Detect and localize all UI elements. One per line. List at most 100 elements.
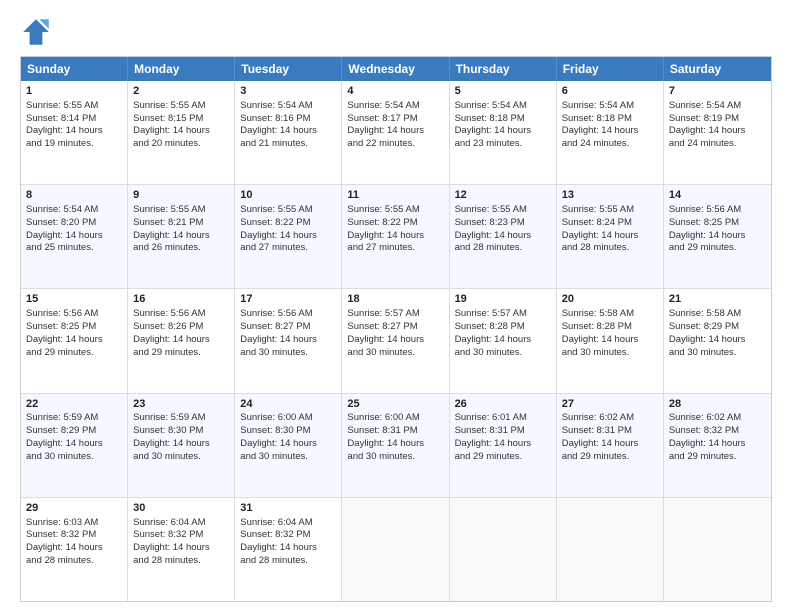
- day-number: 27: [562, 397, 658, 412]
- table-row: 19Sunrise: 5:57 AMSunset: 8:28 PMDayligh…: [450, 289, 557, 392]
- table-row: 20Sunrise: 5:58 AMSunset: 8:28 PMDayligh…: [557, 289, 664, 392]
- table-row: 24Sunrise: 6:00 AMSunset: 8:30 PMDayligh…: [235, 394, 342, 497]
- day-info: Sunrise: 5:56 AM: [240, 308, 336, 321]
- day-info: Sunset: 8:31 PM: [562, 425, 658, 438]
- day-info: and 28 minutes.: [562, 242, 658, 255]
- table-row: 11Sunrise: 5:55 AMSunset: 8:22 PMDayligh…: [342, 185, 449, 288]
- calendar: Sunday Monday Tuesday Wednesday Thursday…: [20, 56, 772, 602]
- day-info: Daylight: 14 hours: [562, 230, 658, 243]
- day-info: and 20 minutes.: [133, 138, 229, 151]
- table-row: 21Sunrise: 5:58 AMSunset: 8:29 PMDayligh…: [664, 289, 771, 392]
- day-info: Sunrise: 5:54 AM: [240, 100, 336, 113]
- day-info: Sunset: 8:25 PM: [669, 217, 766, 230]
- day-info: Daylight: 14 hours: [240, 125, 336, 138]
- header-tuesday: Tuesday: [235, 57, 342, 81]
- day-info: Sunset: 8:30 PM: [133, 425, 229, 438]
- header-sunday: Sunday: [21, 57, 128, 81]
- day-number: 19: [455, 292, 551, 307]
- day-info: and 29 minutes.: [455, 451, 551, 464]
- day-info: Daylight: 14 hours: [347, 334, 443, 347]
- day-info: and 23 minutes.: [455, 138, 551, 151]
- day-info: Daylight: 14 hours: [455, 125, 551, 138]
- day-info: Sunset: 8:31 PM: [455, 425, 551, 438]
- logo-icon: [20, 16, 52, 48]
- day-number: 14: [669, 188, 766, 203]
- day-info: Sunset: 8:28 PM: [562, 321, 658, 334]
- day-info: Sunset: 8:23 PM: [455, 217, 551, 230]
- day-info: Sunset: 8:19 PM: [669, 113, 766, 126]
- day-info: Sunrise: 5:54 AM: [669, 100, 766, 113]
- table-row: 6Sunrise: 5:54 AMSunset: 8:18 PMDaylight…: [557, 81, 664, 184]
- day-info: Daylight: 14 hours: [240, 542, 336, 555]
- calendar-body: 1Sunrise: 5:55 AMSunset: 8:14 PMDaylight…: [21, 81, 771, 601]
- day-info: Daylight: 14 hours: [26, 438, 122, 451]
- day-info: Sunrise: 5:55 AM: [562, 204, 658, 217]
- day-info: and 26 minutes.: [133, 242, 229, 255]
- day-info: Sunset: 8:20 PM: [26, 217, 122, 230]
- day-info: Sunset: 8:22 PM: [347, 217, 443, 230]
- day-info: Sunrise: 5:57 AM: [347, 308, 443, 321]
- day-number: 1: [26, 84, 122, 99]
- header-saturday: Saturday: [664, 57, 771, 81]
- day-number: 10: [240, 188, 336, 203]
- day-number: 7: [669, 84, 766, 99]
- day-info: Sunset: 8:32 PM: [669, 425, 766, 438]
- day-info: and 29 minutes.: [26, 347, 122, 360]
- table-row: 31Sunrise: 6:04 AMSunset: 8:32 PMDayligh…: [235, 498, 342, 601]
- table-row: 17Sunrise: 5:56 AMSunset: 8:27 PMDayligh…: [235, 289, 342, 392]
- table-row: 10Sunrise: 5:55 AMSunset: 8:22 PMDayligh…: [235, 185, 342, 288]
- day-info: and 30 minutes.: [669, 347, 766, 360]
- day-number: 3: [240, 84, 336, 99]
- day-info: and 29 minutes.: [133, 347, 229, 360]
- table-row: [450, 498, 557, 601]
- day-number: 9: [133, 188, 229, 203]
- day-info: Sunset: 8:29 PM: [669, 321, 766, 334]
- day-info: and 24 minutes.: [562, 138, 658, 151]
- day-info: Daylight: 14 hours: [347, 125, 443, 138]
- day-info: Sunrise: 5:54 AM: [347, 100, 443, 113]
- day-number: 22: [26, 397, 122, 412]
- day-info: Daylight: 14 hours: [562, 334, 658, 347]
- day-info: and 28 minutes.: [133, 555, 229, 568]
- day-info: Daylight: 14 hours: [455, 438, 551, 451]
- day-info: Sunrise: 5:58 AM: [562, 308, 658, 321]
- day-info: Daylight: 14 hours: [133, 230, 229, 243]
- day-info: Sunrise: 6:00 AM: [240, 412, 336, 425]
- day-info: Sunset: 8:32 PM: [240, 529, 336, 542]
- day-info: and 28 minutes.: [240, 555, 336, 568]
- header: [20, 16, 772, 48]
- day-info: Sunrise: 6:02 AM: [562, 412, 658, 425]
- table-row: 18Sunrise: 5:57 AMSunset: 8:27 PMDayligh…: [342, 289, 449, 392]
- day-info: and 28 minutes.: [26, 555, 122, 568]
- day-info: and 30 minutes.: [240, 347, 336, 360]
- table-row: 12Sunrise: 5:55 AMSunset: 8:23 PMDayligh…: [450, 185, 557, 288]
- day-number: 5: [455, 84, 551, 99]
- calendar-row-4: 22Sunrise: 5:59 AMSunset: 8:29 PMDayligh…: [21, 393, 771, 497]
- day-info: Daylight: 14 hours: [455, 230, 551, 243]
- header-wednesday: Wednesday: [342, 57, 449, 81]
- table-row: 25Sunrise: 6:00 AMSunset: 8:31 PMDayligh…: [342, 394, 449, 497]
- day-number: 16: [133, 292, 229, 307]
- day-info: Daylight: 14 hours: [133, 334, 229, 347]
- day-info: and 30 minutes.: [347, 347, 443, 360]
- day-info: Daylight: 14 hours: [562, 125, 658, 138]
- day-number: 18: [347, 292, 443, 307]
- table-row: [557, 498, 664, 601]
- day-info: Daylight: 14 hours: [240, 334, 336, 347]
- day-number: 8: [26, 188, 122, 203]
- table-row: 3Sunrise: 5:54 AMSunset: 8:16 PMDaylight…: [235, 81, 342, 184]
- day-info: and 30 minutes.: [347, 451, 443, 464]
- day-info: and 30 minutes.: [455, 347, 551, 360]
- table-row: 22Sunrise: 5:59 AMSunset: 8:29 PMDayligh…: [21, 394, 128, 497]
- day-info: Sunrise: 5:59 AM: [26, 412, 122, 425]
- day-number: 24: [240, 397, 336, 412]
- table-row: 15Sunrise: 5:56 AMSunset: 8:25 PMDayligh…: [21, 289, 128, 392]
- table-row: 8Sunrise: 5:54 AMSunset: 8:20 PMDaylight…: [21, 185, 128, 288]
- day-info: Daylight: 14 hours: [26, 230, 122, 243]
- day-info: Sunrise: 5:54 AM: [455, 100, 551, 113]
- day-info: Sunrise: 6:04 AM: [240, 517, 336, 530]
- day-info: Daylight: 14 hours: [669, 438, 766, 451]
- page: Sunday Monday Tuesday Wednesday Thursday…: [0, 0, 792, 612]
- calendar-row-5: 29Sunrise: 6:03 AMSunset: 8:32 PMDayligh…: [21, 497, 771, 601]
- day-number: 26: [455, 397, 551, 412]
